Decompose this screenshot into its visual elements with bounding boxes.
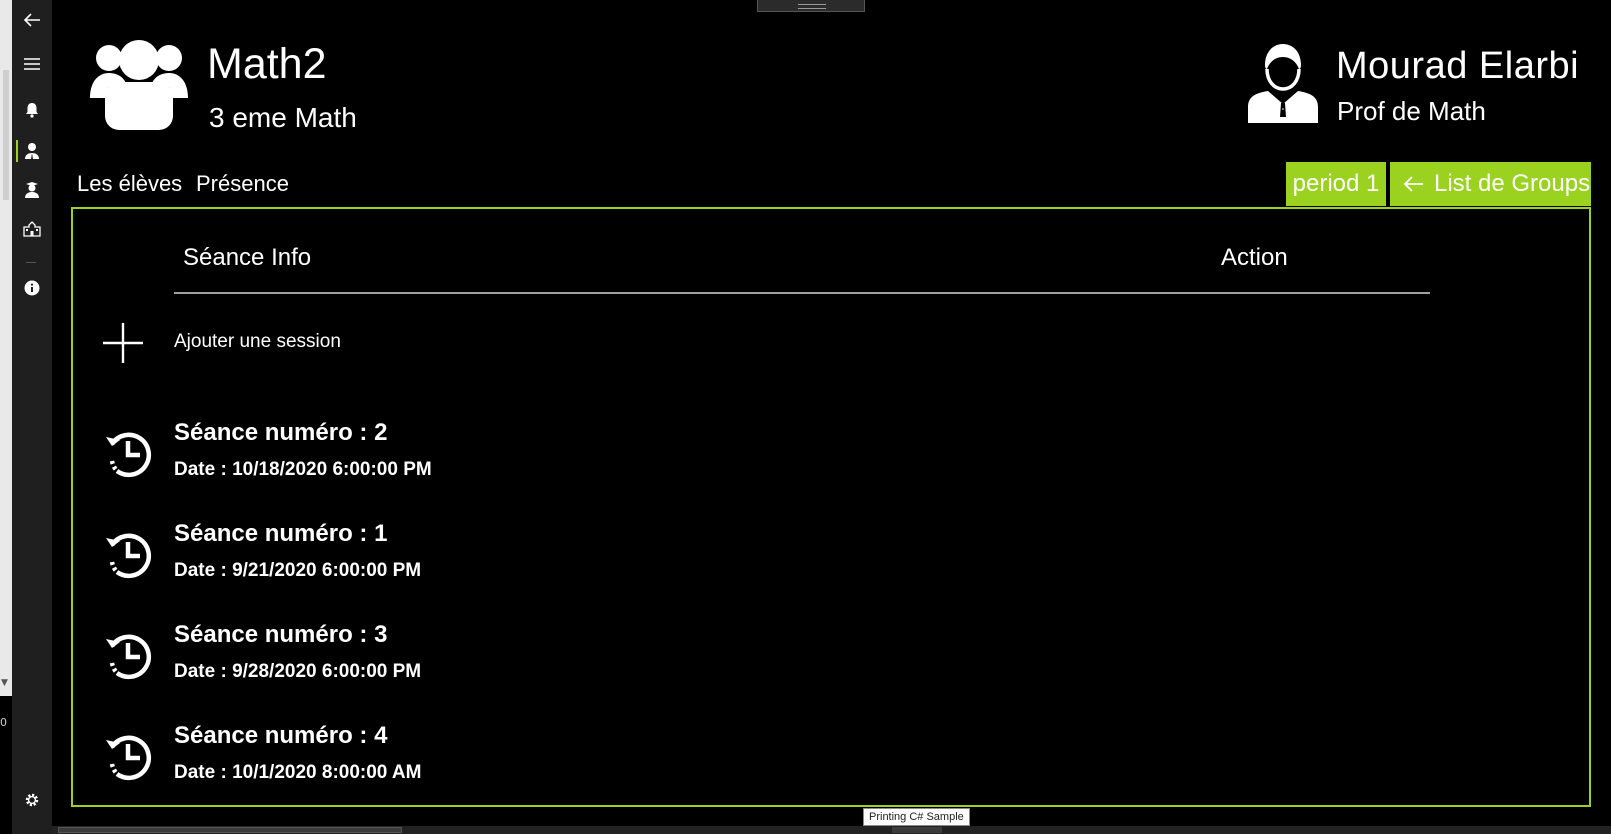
session-title: Séance numéro : 4 [174, 722, 388, 749]
session-title: Séance numéro : 2 [174, 419, 388, 446]
history-clock-icon [106, 533, 152, 579]
scroll-down-arrow-icon[interactable]: ▼ [1, 678, 8, 688]
session-item[interactable]: Séance numéro : 2 Date : 10/18/2020 6:00… [102, 419, 802, 499]
group-class: 3 eme Math [209, 102, 357, 133]
nav-item-teachers[interactable] [12, 131, 52, 171]
session-title: Séance numéro : 1 [174, 520, 388, 547]
list-groups-button[interactable]: List de Groups [1390, 162, 1591, 206]
session-date: Date : 9/21/2020 6:00:00 PM [174, 560, 422, 581]
nav-rail [12, 0, 52, 834]
sessions-panel: Séance Info Action Ajouter une session S… [71, 207, 1591, 807]
bottom-scrollbar-thumb[interactable] [58, 827, 402, 833]
history-clock-icon [106, 735, 152, 781]
scrollbar-thumb[interactable] [3, 70, 9, 200]
period-button-label: period 1 [1292, 170, 1380, 197]
period-button[interactable]: period 1 [1286, 162, 1386, 206]
professor-avatar-icon [1248, 44, 1318, 123]
school-building-icon [23, 221, 41, 237]
history-clock-icon [106, 432, 152, 478]
nav-item-info[interactable] [12, 268, 52, 308]
session-item[interactable]: Séance numéro : 3 Date : 9/28/2020 6:00:… [102, 621, 802, 701]
column-header-action: Action [1221, 244, 1288, 271]
group-users-icon [90, 40, 188, 130]
header-divider [174, 292, 1430, 294]
session-date: Date : 10/1/2020 8:00:00 AM [174, 762, 422, 783]
professor-role: Prof de Math [1337, 96, 1486, 126]
plus-icon [103, 323, 143, 363]
left-scrollbar[interactable]: ▼ [0, 0, 12, 696]
nav-separator [26, 262, 36, 263]
session-item[interactable]: Séance numéro : 1 Date : 9/21/2020 6:00:… [102, 520, 802, 600]
settings-button[interactable] [12, 780, 52, 820]
back-arrow-icon [23, 13, 40, 27]
group-name: Math2 [207, 40, 327, 88]
back-arrow-icon [1403, 176, 1423, 192]
bell-icon [26, 103, 38, 118]
add-session-button[interactable]: Ajouter une session [102, 321, 502, 365]
tooltip: Printing C# Sample [863, 808, 970, 826]
window-drag-handle[interactable] [757, 0, 865, 12]
info-icon [24, 280, 40, 296]
tab-students[interactable]: Les élèves [77, 171, 182, 197]
session-title: Séance numéro : 3 [174, 621, 388, 648]
nav-item-students[interactable] [12, 170, 52, 210]
nav-item-school[interactable] [12, 209, 52, 249]
hamburger-menu-button[interactable] [12, 44, 52, 84]
column-header-info: Séance Info [183, 244, 312, 271]
bottom-scrollbar[interactable] [52, 826, 1611, 834]
teacher-icon [25, 143, 39, 159]
student-icon [25, 182, 39, 198]
session-date: Date : 10/18/2020 6:00:00 PM [174, 459, 432, 480]
settings-gear-icon [25, 793, 39, 807]
history-clock-icon [106, 634, 152, 680]
session-date: Date : 9/28/2020 6:00:00 PM [174, 661, 422, 682]
left-edge-number: 0 [0, 716, 7, 729]
list-groups-button-label: List de Groups [1434, 170, 1591, 197]
back-button[interactable] [12, 0, 52, 40]
bottom-scrollbar-segment [892, 827, 942, 833]
professor-name: Mourad Elarbi [1336, 45, 1580, 87]
tab-presence[interactable]: Présence [196, 171, 289, 197]
hamburger-menu-icon [24, 58, 40, 70]
add-session-label: Ajouter une session [174, 331, 341, 352]
nav-item-notifications[interactable] [12, 90, 52, 130]
session-item[interactable]: Séance numéro : 4 Date : 10/1/2020 8:00:… [102, 722, 802, 802]
